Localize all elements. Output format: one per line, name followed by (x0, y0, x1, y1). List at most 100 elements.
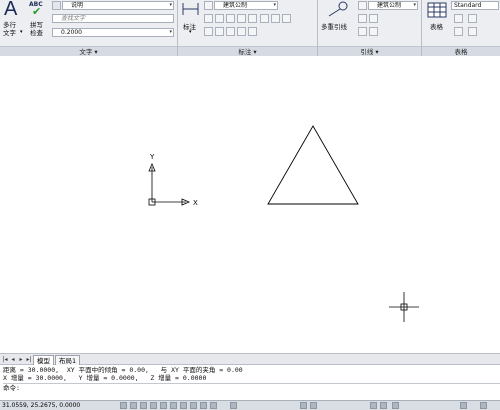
chevron-down-icon: ▾ (273, 2, 276, 8)
leader-panel: 多重引线 建筑公制 ▾ 引线 ▾ (318, 0, 422, 56)
dimension-panel-title-label: 标注 (238, 48, 252, 56)
crosshair-cursor (389, 292, 419, 322)
table-style-value: Standard (454, 2, 482, 9)
ribbon: A 多行 文字 ▾ ABC ✔ 拼写 检查 说明 ▾ 查找文字 0.2000 ▾ 文… (0, 0, 500, 56)
leader-tool-2-icon[interactable] (369, 14, 378, 23)
dim-tool-10-icon[interactable] (215, 27, 224, 36)
ucs-icon (148, 162, 191, 206)
object-snap-icon[interactable] (160, 402, 167, 409)
lineweight-icon[interactable] (200, 402, 207, 409)
text-style-dropdown[interactable]: 说明 ▾ (62, 1, 174, 10)
model-space-icon[interactable] (230, 402, 237, 409)
tab-layout1[interactable]: 布局1 (55, 355, 81, 365)
mtext-dropdown-icon: ▾ (20, 29, 23, 35)
find-text-placeholder: 查找文字 (61, 15, 86, 22)
prev-tab-icon[interactable]: ◂ (9, 355, 17, 364)
snap-mode-icon[interactable] (120, 402, 127, 409)
table-tool-4-icon[interactable] (468, 27, 477, 36)
leader-style-value: 建筑公制 (377, 2, 402, 9)
dim-tool-1-icon[interactable] (204, 14, 213, 23)
table-tool-2-icon[interactable] (468, 14, 477, 23)
grid-mode-icon[interactable] (130, 402, 137, 409)
multileader-icon (328, 1, 348, 17)
table-panel-title[interactable]: 表格 (422, 46, 500, 56)
drawing-area[interactable]: Y X (0, 57, 500, 353)
ucs-x-label: X (193, 199, 198, 207)
pan-icon[interactable] (300, 402, 307, 409)
dimension-button[interactable]: 标注 ▾ (180, 0, 202, 44)
dim-style-dropdown[interactable]: 建筑公制 ▾ (214, 1, 278, 10)
ucs-y-label: Y (149, 153, 155, 161)
mtext-icon: A (4, 0, 18, 20)
tab-model[interactable]: 模型 (33, 355, 54, 365)
dynamic-input-icon[interactable] (190, 402, 197, 409)
chevron-down-icon: ▾ (169, 29, 172, 35)
dim-tool-6-icon[interactable] (260, 14, 269, 23)
text-height-value: 0.2000 (61, 29, 82, 36)
workspace-icon[interactable] (392, 402, 399, 409)
leader-style-dropdown[interactable]: 建筑公制 ▾ (368, 1, 418, 10)
dimension-panel: 标注 ▾ 建筑公制 ▾ 标注 ▾ (178, 0, 318, 56)
first-tab-icon[interactable]: |◂ (1, 355, 9, 364)
table-button[interactable]: 表格 (425, 0, 449, 44)
text-panel-title-label: 文字 (79, 48, 93, 56)
lock-icon[interactable] (460, 402, 467, 409)
clean-screen-icon[interactable] (480, 402, 487, 409)
command-history-line-1: 距离 = 30.0000, XY 平面中的倾角 = 0.00, 与 XY 平面的… (3, 366, 243, 374)
dim-tool-3-icon[interactable] (226, 14, 235, 23)
multileader-button[interactable]: 多重引线 (320, 0, 356, 44)
dimension-panel-title[interactable]: 标注 ▾ (178, 46, 317, 56)
leader-style-icon (358, 1, 367, 10)
leader-tool-1-icon[interactable] (358, 14, 367, 23)
table-style-dropdown[interactable]: Standard (451, 1, 499, 10)
status-bar: 31.0559, 25.2675, 0.0000 (0, 400, 500, 410)
command-prompt[interactable]: 命令: (3, 383, 500, 392)
dim-tool-8-icon[interactable] (282, 14, 291, 23)
checkmark-icon: ✔ (32, 5, 42, 18)
object-snap-tracking-icon[interactable] (170, 402, 177, 409)
chevron-down-icon: ▾ (189, 29, 192, 35)
leader-panel-title[interactable]: 引线 ▾ (318, 46, 421, 56)
quick-properties-icon[interactable] (210, 402, 217, 409)
linear-dimension-icon (182, 3, 199, 15)
dim-tool-12-icon[interactable] (237, 27, 246, 36)
annotation-scale-icon[interactable] (370, 402, 377, 409)
text-height-dropdown[interactable]: 0.2000 ▾ (52, 28, 174, 37)
chevron-down-icon: ▾ (413, 2, 416, 8)
table-panel: 表格 Standard 表格 (422, 0, 500, 56)
dim-style-value: 建筑公制 (223, 2, 248, 9)
dim-tool-11-icon[interactable] (226, 27, 235, 36)
leader-tool-4-icon[interactable] (369, 27, 378, 36)
spell-label-line2: 检查 (30, 29, 43, 37)
coordinate-readout[interactable]: 31.0559, 25.2675, 0.0000 (2, 402, 80, 410)
text-panel: A 多行 文字 ▾ ABC ✔ 拼写 检查 说明 ▾ 查找文字 0.2000 ▾ 文… (0, 0, 178, 56)
table-tool-1-icon[interactable] (454, 14, 463, 23)
polar-tracking-icon[interactable] (150, 402, 157, 409)
table-label: 表格 (430, 23, 443, 31)
dim-tool-2-icon[interactable] (215, 14, 224, 23)
dim-tool-9-icon[interactable] (204, 27, 213, 36)
spell-check-button[interactable]: ABC ✔ 拼写 检查 (26, 0, 48, 44)
dynamic-ucs-icon[interactable] (180, 402, 187, 409)
triangle-shape[interactable] (267, 125, 359, 205)
chevron-down-icon: ▾ (169, 2, 172, 8)
zoom-icon[interactable] (310, 402, 317, 409)
ortho-mode-icon[interactable] (140, 402, 147, 409)
table-panel-title-label: 表格 (454, 48, 468, 56)
annotation-visibility-icon[interactable] (380, 402, 387, 409)
text-panel-title[interactable]: 文字 ▾ (0, 46, 177, 56)
mtext-button[interactable]: A 多行 文字 ▾ (1, 0, 23, 44)
text-style-value: 说明 (71, 2, 84, 9)
last-tab-icon[interactable]: ▸| (25, 355, 33, 364)
leader-tool-3-icon[interactable] (358, 27, 367, 36)
find-text-input[interactable]: 查找文字 (52, 14, 174, 23)
command-window[interactable]: 距离 = 30.0000, XY 平面中的倾角 = 0.00, 与 XY 平面的… (0, 366, 500, 400)
dim-tool-4-icon[interactable] (237, 14, 246, 23)
table-tool-3-icon[interactable] (454, 27, 463, 36)
drawing-canvas[interactable]: Y X (0, 57, 500, 353)
dim-tool-13-icon[interactable] (248, 27, 257, 36)
layout-tabs-bar: |◂ ◂ ▸ ▸| 模型 布局1 (0, 353, 500, 365)
next-tab-icon[interactable]: ▸ (17, 355, 25, 364)
dim-tool-7-icon[interactable] (271, 14, 280, 23)
dim-tool-5-icon[interactable] (248, 14, 257, 23)
